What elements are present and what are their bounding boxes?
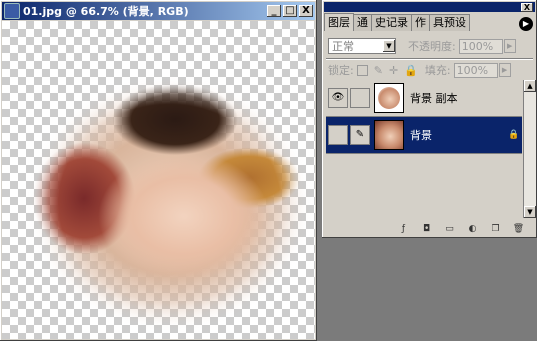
- minimize-button[interactable]: _: [267, 5, 281, 17]
- maximize-button[interactable]: □: [283, 5, 297, 17]
- adjustment-icon[interactable]: ◐: [466, 223, 479, 235]
- vignette-portrait-image: [27, 76, 312, 331]
- new-layer-icon[interactable]: ❐: [489, 223, 502, 235]
- layer-name: 背景 副本: [410, 92, 458, 105]
- palette-bottom-bar: ƒ ◘ ▭ ◐ ❐ 🗑: [324, 222, 535, 236]
- layer-style-icon[interactable]: ƒ: [397, 223, 410, 235]
- layer-name: 背景: [410, 129, 432, 142]
- lock-transparency-icon[interactable]: [356, 64, 368, 76]
- blend-opacity-row: 正常 ▼ 不透明度: 100% ▶: [328, 38, 516, 54]
- document-title: 01.jpg @ 66.7% (背景, RGB): [23, 5, 189, 18]
- scroll-down-icon[interactable]: ▼: [524, 206, 536, 218]
- blend-mode-select[interactable]: 正常 ▼: [328, 38, 396, 54]
- lock-fill-row: 锁定: ✎ ✛ 🔒 填充: 100% ▶: [328, 62, 511, 78]
- tab-layers[interactable]: 图层: [324, 13, 354, 31]
- palette-close-button[interactable]: X: [521, 2, 533, 12]
- palette-tabs: 图层 通 史记录 作 具预设 ▶: [324, 13, 535, 31]
- lock-move-icon[interactable]: ✛: [389, 64, 398, 77]
- folder-icon[interactable]: ▭: [443, 223, 456, 235]
- document-window: 01.jpg @ 66.7% (背景, RGB) _ □ X: [0, 0, 317, 341]
- trash-icon[interactable]: 🗑: [512, 223, 525, 235]
- brush-icon[interactable]: ✎: [350, 125, 370, 145]
- tab-actions[interactable]: 作: [411, 14, 430, 31]
- divider: [326, 58, 533, 60]
- fill-label: 填充:: [424, 64, 451, 77]
- lock-paint-icon[interactable]: ✎: [374, 64, 383, 77]
- close-button[interactable]: X: [299, 5, 313, 17]
- fill-slider-arrow-icon[interactable]: ▶: [498, 63, 511, 77]
- visibility-slot[interactable]: [328, 125, 348, 145]
- tab-tool-presets[interactable]: 具预设: [429, 14, 470, 31]
- mask-icon[interactable]: ◘: [420, 223, 433, 235]
- fill-field[interactable]: 100%: [453, 62, 498, 78]
- palette-titlebar[interactable]: X: [324, 2, 535, 12]
- palette-menu-arrow-icon[interactable]: ▶: [519, 17, 533, 31]
- lock-icon: 🔒: [508, 130, 520, 140]
- layer-row[interactable]: 👁 背景 副本: [326, 80, 522, 117]
- lock-all-icon[interactable]: 🔒: [404, 64, 418, 77]
- lock-label: 锁定:: [328, 64, 354, 77]
- tab-channels[interactable]: 通: [353, 14, 372, 31]
- opacity-label: 不透明度:: [408, 40, 456, 53]
- blend-mode-value: 正常: [332, 40, 354, 53]
- layer-thumbnail: [374, 120, 404, 150]
- layers-palette: X 图层 通 史记录 作 具预设 ▶ 正常 ▼ 不透明度: 100% ▶ 锁定:…: [322, 0, 537, 238]
- scroll-up-icon[interactable]: ▲: [524, 80, 536, 92]
- image-canvas[interactable]: [2, 21, 315, 339]
- dropdown-arrow-icon: ▼: [383, 40, 395, 52]
- eye-icon[interactable]: 👁: [328, 88, 348, 108]
- opacity-slider-arrow-icon[interactable]: ▶: [503, 39, 516, 53]
- document-titlebar[interactable]: 01.jpg @ 66.7% (背景, RGB) _ □ X: [2, 2, 315, 20]
- layers-list: 👁 背景 副本 ✎ 背景 🔒: [326, 80, 522, 218]
- tab-history[interactable]: 史记录: [371, 14, 412, 31]
- layer-row[interactable]: ✎ 背景 🔒: [326, 117, 522, 154]
- link-slot[interactable]: [350, 88, 370, 108]
- photoshop-document-icon: [4, 3, 20, 19]
- layers-scrollbar[interactable]: ▲ ▼: [523, 80, 536, 218]
- opacity-field[interactable]: 100%: [458, 38, 503, 54]
- layer-thumbnail: [374, 83, 404, 113]
